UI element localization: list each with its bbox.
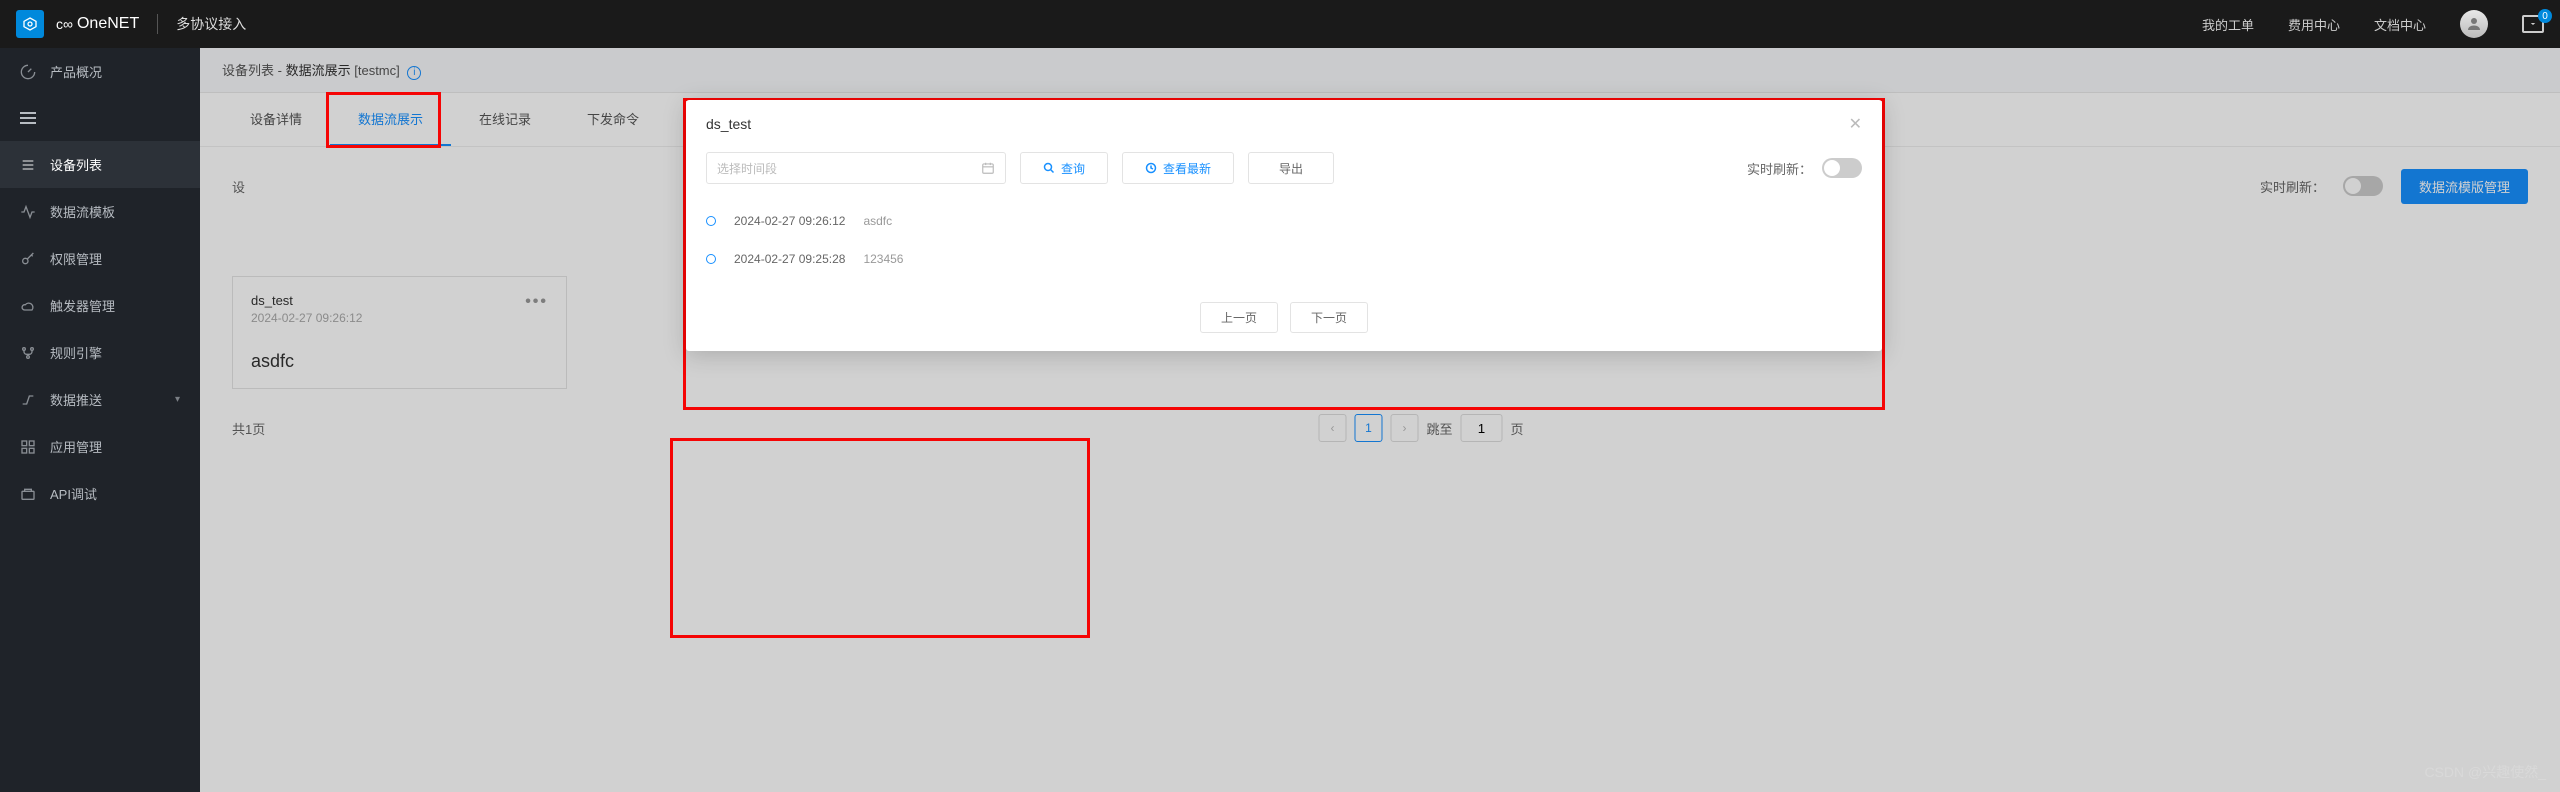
row-value: asdfc bbox=[863, 214, 892, 228]
api-icon bbox=[20, 486, 36, 502]
modal-realtime-label: 实时刷新： bbox=[1747, 159, 1812, 178]
nav-myorders[interactable]: 我的工单 bbox=[2202, 15, 2254, 34]
date-placeholder: 选择时间段 bbox=[717, 160, 777, 177]
export-button[interactable]: 导出 bbox=[1248, 152, 1334, 184]
nav-billing[interactable]: 费用中心 bbox=[2288, 15, 2340, 34]
clock-icon bbox=[1145, 162, 1157, 174]
sidebar-item-label: 数据推送 bbox=[50, 390, 102, 409]
watermark: CSDN @兴趣使然_ bbox=[2424, 762, 2546, 782]
gauge-icon bbox=[20, 64, 36, 80]
mail-badge: 0 bbox=[2538, 9, 2552, 23]
sidebar-item-datastream[interactable]: 数据流模板 bbox=[0, 188, 200, 235]
query-button[interactable]: 查询 bbox=[1020, 152, 1108, 184]
sidebar-item-label: 触发器管理 bbox=[50, 296, 115, 315]
sidebar-item-push[interactable]: 数据推送 ▾ bbox=[0, 376, 200, 423]
data-rows: 2024-02-27 09:26:12 asdfc 2024-02-27 09:… bbox=[706, 202, 1862, 278]
calendar-icon bbox=[981, 161, 995, 175]
sidebar-item-overview[interactable]: 产品概况 bbox=[0, 48, 200, 95]
close-icon[interactable]: ✕ bbox=[1849, 114, 1862, 134]
modal-title: ds_test bbox=[706, 116, 751, 132]
mail-button[interactable]: 0 bbox=[2522, 15, 2544, 33]
branch-icon bbox=[20, 345, 36, 361]
pulse-icon bbox=[20, 204, 36, 220]
modal-realtime-switch[interactable] bbox=[1822, 158, 1862, 178]
grid-icon bbox=[20, 439, 36, 455]
sidebar-item-label: 权限管理 bbox=[50, 249, 102, 268]
avatar[interactable] bbox=[2460, 10, 2488, 38]
sidebar-item-api[interactable]: API调试 bbox=[0, 470, 200, 517]
latest-button[interactable]: 查看最新 bbox=[1122, 152, 1234, 184]
sidebar-item-label: 产品概况 bbox=[50, 62, 102, 81]
sidebar: 产品概况 设备列表 数据流模板 权限管理 触发器管理 规则引擎 数据推送 ▾ bbox=[0, 48, 200, 792]
sidebar-item-label: 设备列表 bbox=[50, 155, 102, 174]
modal-next-button[interactable]: 下一页 bbox=[1290, 302, 1368, 333]
brand: c∞OneNET bbox=[56, 15, 139, 33]
sidebar-item-devices[interactable]: 设备列表 bbox=[0, 141, 200, 188]
row-timestamp: 2024-02-27 09:25:28 bbox=[734, 252, 845, 266]
sidebar-item-label: 规则引擎 bbox=[50, 343, 102, 362]
search-icon bbox=[1043, 162, 1055, 174]
list-icon bbox=[20, 157, 36, 173]
data-row: 2024-02-27 09:25:28 123456 bbox=[706, 240, 1862, 278]
sidebar-item-app[interactable]: 应用管理 bbox=[0, 423, 200, 470]
row-timestamp: 2024-02-27 09:26:12 bbox=[734, 214, 845, 228]
sidebar-item-label: 应用管理 bbox=[50, 437, 102, 456]
top-header: c∞OneNET 多协议接入 我的工单 费用中心 文档中心 0 bbox=[0, 0, 2560, 48]
date-range-input[interactable]: 选择时间段 bbox=[706, 152, 1006, 184]
row-value: 123456 bbox=[863, 252, 903, 266]
flow-icon bbox=[20, 392, 36, 408]
brand-text: OneNET bbox=[77, 15, 139, 33]
sidebar-item-trigger[interactable]: 触发器管理 bbox=[0, 282, 200, 329]
logo-icon bbox=[16, 10, 44, 38]
sidebar-item-label: API调试 bbox=[50, 484, 97, 503]
data-row: 2024-02-27 09:26:12 asdfc bbox=[706, 202, 1862, 240]
nav-docs[interactable]: 文档中心 bbox=[2374, 15, 2426, 34]
sidebar-item-rules[interactable]: 规则引擎 bbox=[0, 329, 200, 376]
brand-sub: 多协议接入 bbox=[157, 14, 246, 34]
dot-icon bbox=[706, 216, 716, 226]
sidebar-item-label: 数据流模板 bbox=[50, 202, 115, 221]
dot-icon bbox=[706, 254, 716, 264]
modal-datastream: ds_test ✕ 选择时间段 查询 查看最新 导出 实时刷新： bbox=[686, 100, 1882, 351]
cloud-icon bbox=[20, 298, 36, 314]
chevron-down-icon: ▾ bbox=[175, 394, 180, 405]
menu-toggle[interactable] bbox=[0, 95, 200, 141]
sidebar-item-permission[interactable]: 权限管理 bbox=[0, 235, 200, 282]
key-icon bbox=[20, 251, 36, 267]
modal-prev-button[interactable]: 上一页 bbox=[1200, 302, 1278, 333]
